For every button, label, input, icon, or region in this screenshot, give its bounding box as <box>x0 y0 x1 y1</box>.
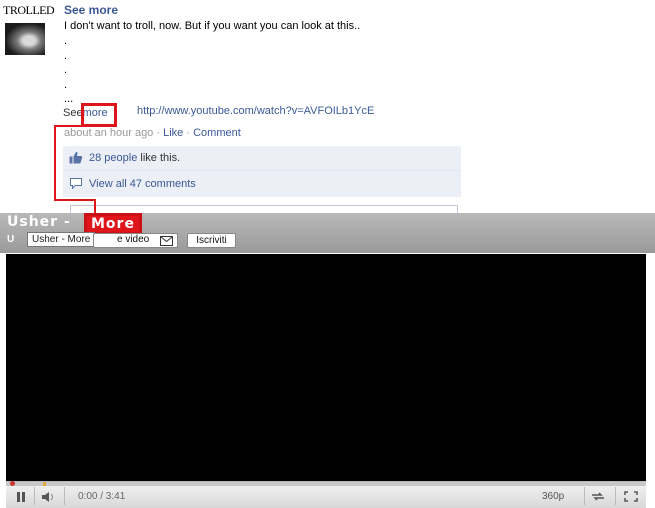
comment-link[interactable]: Comment <box>193 127 241 139</box>
youtube-url-link[interactable]: http://www.youtube.com/watch?v=AVFOILb1Y… <box>137 105 374 117</box>
video-area[interactable] <box>6 254 646 481</box>
post-meta: about an hour ago · Like · Comment <box>64 127 241 139</box>
share-video-label: e video <box>117 234 150 245</box>
meta-separator: · <box>186 127 191 139</box>
post-text: I don't want to troll, now. But if you w… <box>64 20 361 32</box>
avatar[interactable] <box>5 23 45 55</box>
dot-line: . <box>64 49 68 62</box>
likes-count-link[interactable]: 28 people <box>89 152 137 164</box>
likes-summary: 28 people like this. <box>89 152 180 164</box>
profile-picture[interactable]: TROLLED <box>3 3 55 55</box>
share-video-button[interactable]: e video <box>93 233 178 248</box>
dot-line: . <box>64 78 68 91</box>
pause-icon[interactable] <box>16 492 26 502</box>
meta-separator: · <box>156 127 161 139</box>
dot-line: . <box>64 35 68 47</box>
dot-line: ... <box>64 93 74 105</box>
likes-suffix: like this. <box>137 152 181 164</box>
comment-bubble-icon <box>70 178 82 189</box>
like-link[interactable]: Like <box>163 127 183 139</box>
player-controls: 0:00 / 3:41 360p <box>6 481 646 508</box>
divider <box>615 487 616 505</box>
annotation-line <box>54 125 94 127</box>
thumbs-up-icon <box>69 151 83 164</box>
annotation-line <box>54 125 56 201</box>
divider <box>34 487 35 505</box>
dot-line: . <box>64 64 68 76</box>
avatar-label: TROLLED <box>3 3 55 17</box>
quality-selector[interactable]: 360p <box>542 491 564 502</box>
popout-icon[interactable] <box>591 491 605 502</box>
video-title[interactable]: Usher - <box>7 214 71 230</box>
volume-icon[interactable] <box>42 492 56 502</box>
post-timestamp[interactable]: about an hour ago <box>64 127 153 139</box>
likes-row: 28 people like this. <box>63 146 461 171</box>
time-display: 0:00 / 3:41 <box>78 491 126 502</box>
progress-handle[interactable] <box>10 481 15 486</box>
video-subtitle: U <box>7 234 15 245</box>
fullscreen-icon[interactable] <box>624 491 638 502</box>
title-tooltip: Usher - More <box>27 232 96 247</box>
envelope-icon <box>160 236 173 246</box>
progress-bar[interactable] <box>6 481 646 486</box>
see-prefix: See <box>63 107 83 119</box>
divider <box>64 487 65 505</box>
annotation-box <box>81 103 117 127</box>
annotation-line <box>54 199 96 201</box>
buffer-indicator <box>43 482 46 486</box>
subscribe-button[interactable]: Iscriviti <box>187 233 236 248</box>
post-dots: . . . . ... <box>64 34 73 107</box>
comments-row: View all 47 comments <box>63 171 461 197</box>
view-all-comments-link[interactable]: View all 47 comments <box>89 178 196 190</box>
poster-name-link[interactable]: See more <box>64 3 118 17</box>
divider <box>584 487 585 505</box>
